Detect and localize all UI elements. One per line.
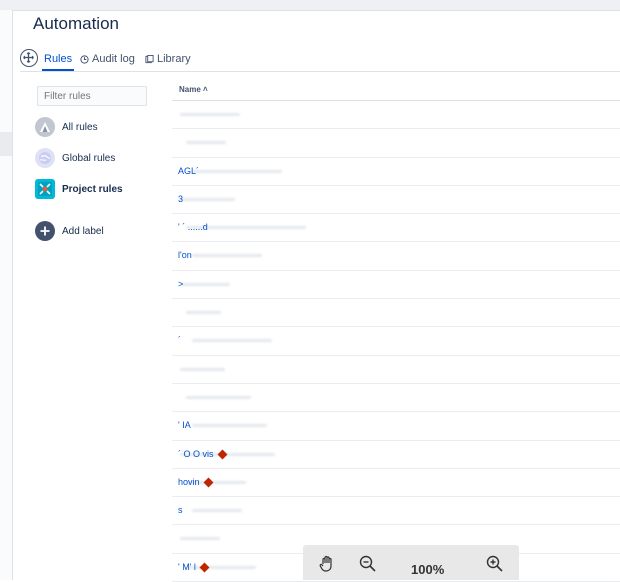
globe-icon [35,148,55,168]
add-label-text: Add label [62,225,104,237]
rule-name-link[interactable]: ' IA [178,420,191,430]
redacted-text [192,254,262,258]
rule-name-link[interactable]: ' ´ ......d [178,222,208,232]
left-edge-marker [0,132,12,156]
tab-library[interactable]: Library [145,53,191,65]
table-row[interactable] [172,101,620,130]
redacted-text [192,339,272,343]
tab-rules[interactable]: Rules [42,53,75,71]
sidebar-item-label: All rules [62,121,98,133]
sidebar-item-global-rules[interactable]: Global rules [35,148,115,168]
redacted-text [186,565,256,569]
active-tab-underline [42,69,75,71]
table-row[interactable]: ´ O O vis [172,441,620,469]
table-row[interactable] [172,356,620,384]
warning-icon [217,449,228,460]
filter-rules-input[interactable] [37,86,147,106]
top-frame-bar [0,0,620,11]
redacted-text [180,282,230,286]
rule-name-link[interactable]: 3 [178,194,183,204]
zoom-in-icon[interactable] [486,555,503,577]
table-row[interactable]: AGL´ [172,158,620,186]
sidebar-item-all-rules[interactable]: All rules [35,117,98,137]
rule-name-link[interactable]: ' M' l [178,562,196,572]
sidebar-item-label: Project rules [62,183,123,195]
warning-icon [203,477,214,488]
redacted-text [192,424,267,428]
table-row[interactable]: hovin [172,469,620,498]
rule-name-link[interactable]: l'on [178,250,192,260]
move-cursor-icon [20,49,38,67]
zoom-out-icon[interactable] [359,555,376,577]
table-row[interactable]: s [172,497,620,526]
redacted-text [186,395,251,399]
table-row[interactable] [172,299,620,328]
redacted-text [180,197,235,201]
rule-name-link[interactable]: ´ O O vis [178,449,214,459]
rule-name-link[interactable]: AGL´ [178,166,199,176]
table-row[interactable]: > [172,271,620,300]
redacted-text [180,367,225,371]
table-row[interactable]: ´ [172,327,620,356]
redacted-text [180,537,220,541]
table-row[interactable] [172,384,620,413]
all-rules-icon [35,117,55,137]
redacted-text [186,141,226,145]
tab-library-label: Library [157,53,191,65]
page-title: Automation [33,14,119,33]
hand-pan-icon[interactable] [319,555,335,577]
tab-audit-log-label: Audit log [92,53,135,65]
table-row[interactable]: ' IA [172,412,620,441]
tab-bar: Rules Audit log Library [20,49,620,72]
tab-audit-log[interactable]: Audit log [80,53,135,65]
zoom-toolbar: 100% [303,545,519,580]
tab-rules-label: Rules [44,53,73,65]
redacted-text [186,311,221,315]
table-row[interactable]: ' ´ ......d [172,214,620,243]
redacted-text [192,509,242,513]
redacted-text [180,113,240,116]
rule-name-link[interactable]: hovin [178,477,200,487]
left-edge-panel [0,10,13,580]
sidebar-item-label: Global rules [62,152,116,164]
library-icon [145,54,154,63]
warning-icon [199,562,210,573]
add-label-button[interactable]: Add label [35,221,104,241]
sidebar-item-project-rules[interactable]: Project rules [35,179,123,199]
clock-icon [80,54,89,64]
table-row[interactable] [172,129,620,158]
redacted-text [192,169,282,173]
rules-table: Name ˄ AGL´ 3 ' ´ ......d l'on > ´ ' IA ´ O O v… [172,78,620,582]
add-circle-icon [35,221,55,241]
name-column-header[interactable]: Name ˄ [172,78,620,101]
project-icon [35,179,55,199]
table-row[interactable]: l'on [172,242,620,271]
zoom-level: 100% [411,562,445,577]
rule-name-link[interactable]: s [178,505,183,515]
rule-name-link[interactable]: > [178,279,183,289]
rule-name-link[interactable]: ´ [178,335,181,345]
table-row[interactable]: 3 [172,186,620,215]
